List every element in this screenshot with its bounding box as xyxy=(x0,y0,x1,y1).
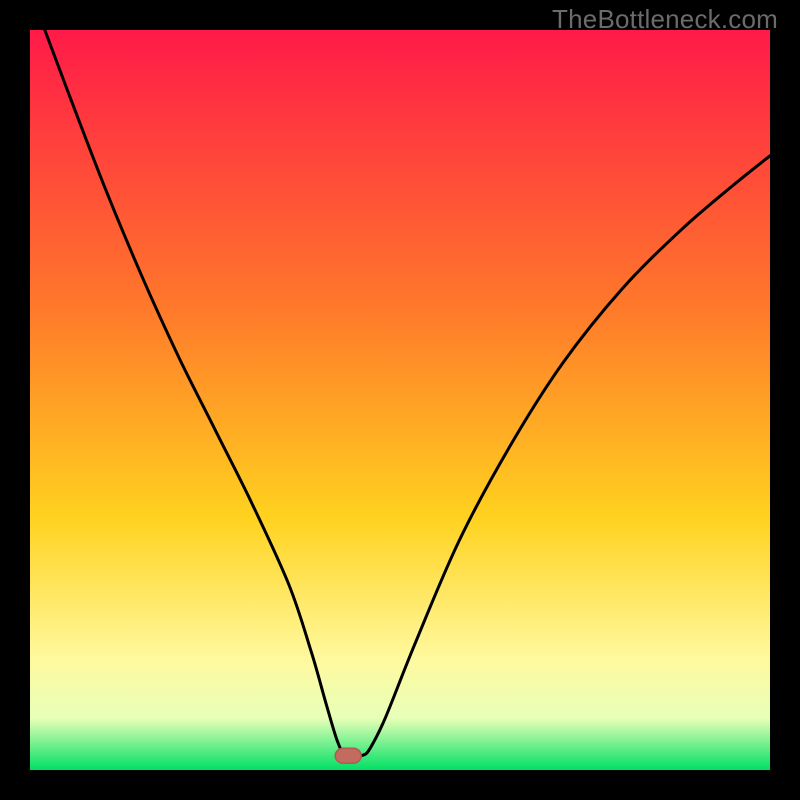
optimum-marker xyxy=(335,748,361,763)
chart-frame: TheBottleneck.com xyxy=(0,0,800,800)
gradient-background xyxy=(30,30,770,770)
bottleneck-chart xyxy=(30,30,770,770)
